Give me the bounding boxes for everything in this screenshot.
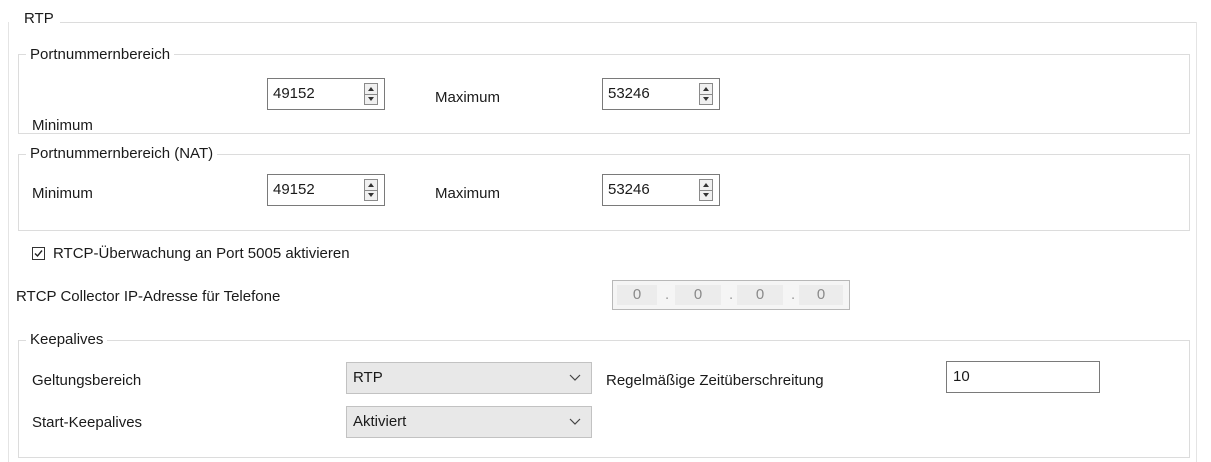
keepalives-group [18, 340, 1190, 458]
spin-down-icon[interactable] [365, 190, 377, 200]
port-range-max-label: Maximum [435, 89, 501, 106]
ip-dot: . [665, 286, 670, 303]
port-range-legend: Portnummernbereich [26, 46, 175, 64]
port-range-nat-min-label: Minimum [32, 185, 93, 202]
port-range-min-spinner[interactable]: 49152 [267, 78, 385, 110]
spin-down-icon[interactable] [700, 94, 712, 104]
port-range-nat-max-spinner[interactable]: 53246 [602, 174, 720, 206]
chevron-down-icon [569, 418, 581, 425]
start-keepalives-label: Start-Keepalives [32, 414, 143, 431]
timeout-input[interactable]: 10 [946, 361, 1100, 393]
port-range-nat-min-value: 49152 [273, 181, 315, 198]
port-range-min-label: Minimum [32, 117, 93, 134]
port-range-min-value: 49152 [273, 85, 315, 102]
port-range-nat-legend: Portnummernbereich (NAT) [26, 145, 218, 163]
spinner-arrows[interactable] [699, 179, 713, 201]
ip-octet-2[interactable]: 0 [675, 285, 721, 305]
ip-octet-4[interactable]: 0 [799, 285, 843, 305]
start-keepalives-select-value: Aktiviert [353, 413, 407, 430]
checkmark-icon [34, 250, 43, 258]
ip-octet-3[interactable]: 0 [737, 285, 783, 305]
rtcp-monitoring-label[interactable]: RTCP-Überwachung an Port 5005 aktivieren [53, 245, 350, 263]
rtp-group-line-right [1196, 22, 1197, 462]
spin-down-icon[interactable] [700, 190, 712, 200]
spinner-arrows[interactable] [364, 179, 378, 201]
scope-select[interactable]: RTP [346, 362, 592, 394]
port-range-nat-min-spinner[interactable]: 49152 [267, 174, 385, 206]
ip-dot: . [791, 286, 796, 303]
port-range-max-value: 53246 [608, 85, 650, 102]
scope-label: Geltungsbereich [32, 372, 142, 389]
port-range-nat-max-label: Maximum [435, 185, 501, 202]
port-range-nat-max-value: 53246 [608, 181, 650, 198]
spin-down-icon[interactable] [365, 94, 377, 104]
rtp-group-line-left [8, 22, 9, 462]
timeout-input-value: 10 [953, 368, 970, 385]
spinner-arrows[interactable] [699, 83, 713, 105]
rtcp-monitoring-checkbox[interactable] [32, 247, 45, 260]
timeout-label: Regelmäßige Zeitüberschreitung [606, 372, 824, 389]
ip-dot: . [729, 286, 734, 303]
port-range-max-spinner[interactable]: 53246 [602, 78, 720, 110]
collector-ip-label: RTCP Collector IP-Adresse für Telefone [16, 288, 281, 305]
ip-octet-1[interactable]: 0 [617, 285, 657, 305]
keepalives-legend: Keepalives [26, 331, 108, 349]
start-keepalives-select[interactable]: Aktiviert [346, 406, 592, 438]
scope-select-value: RTP [353, 369, 383, 386]
rtp-group-title: RTP [20, 10, 58, 28]
rtp-group-line [60, 22, 1196, 23]
collector-ip-input[interactable]: 0 . 0 . 0 . 0 [612, 280, 850, 310]
chevron-down-icon [569, 374, 581, 381]
spinner-arrows[interactable] [364, 83, 378, 105]
